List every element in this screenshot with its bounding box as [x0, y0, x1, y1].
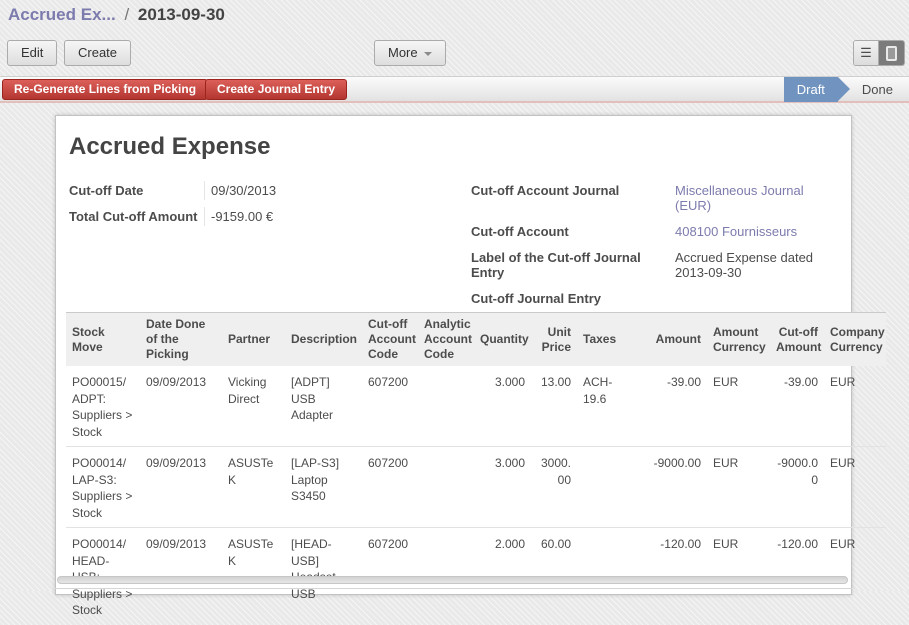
chevron-down-icon	[424, 52, 432, 56]
column-header[interactable]: Analytic Account Code	[418, 313, 474, 367]
column-header[interactable]: Cut-off Account Code	[362, 313, 418, 367]
column-header[interactable]: Amount	[640, 313, 707, 367]
table-cell: -9000.00	[770, 447, 824, 528]
field-label-total-cutoff-amount: Total Cut-off Amount	[69, 207, 204, 226]
table-cell: Vicking Direct	[222, 366, 285, 447]
field-label-journal-entry-label: Label of the Cut-off Journal Entry	[471, 248, 669, 282]
list-view-icon[interactable]: ☰	[854, 41, 879, 65]
create-button[interactable]: Create	[64, 40, 131, 66]
table-cell: EUR	[824, 366, 886, 447]
sheet-bottom-divider	[55, 588, 852, 589]
field-label-cutoff-date: Cut-off Date	[69, 181, 204, 200]
table-cell: PO00014/ LAP-S3: Suppliers > Stock	[66, 447, 140, 528]
breadcrumb-separator: /	[124, 5, 129, 24]
table-cell: 607200	[362, 366, 418, 447]
column-header[interactable]: Stock Move	[66, 313, 140, 367]
column-header[interactable]: Partner	[222, 313, 285, 367]
statusbar: Draft Done	[784, 77, 909, 102]
field-group-right: Cut-off Account Journal Miscellaneous Jo…	[471, 181, 841, 308]
column-header[interactable]: Company Currency	[824, 313, 886, 367]
column-header[interactable]: Amount Currency	[707, 313, 770, 367]
table-cell: -9000.00	[640, 447, 707, 528]
table-cell	[418, 366, 474, 447]
breadcrumb-current: 2013-09-30	[138, 5, 225, 24]
edit-button[interactable]: Edit	[7, 40, 57, 66]
table-cell: EUR	[707, 366, 770, 447]
form-view-glyph	[886, 46, 897, 61]
table-cell: 09/09/2013	[140, 447, 222, 528]
status-done: Done	[850, 77, 909, 102]
breadcrumb-parent-link[interactable]: Accrued Ex...	[8, 5, 116, 24]
page-title: Accrued Expense	[69, 133, 270, 161]
form-view-icon[interactable]	[879, 41, 904, 65]
table-cell: 13.00	[531, 366, 577, 447]
toolbar: Edit Create More ☰	[0, 40, 909, 68]
table-cell	[418, 447, 474, 528]
table-cell: ACH-19.6	[577, 366, 640, 447]
table-cell: EUR	[707, 447, 770, 528]
table-header-row: Stock MoveDate Done of the PickingPartne…	[66, 313, 886, 367]
table-cell: 3000.00	[531, 447, 577, 528]
table-cell: 3.000	[474, 447, 531, 528]
table-cell: 09/09/2013	[140, 366, 222, 447]
field-label-cutoff-journal-entry: Cut-off Journal Entry	[471, 289, 669, 308]
create-journal-entry-button[interactable]: Create Journal Entry	[205, 79, 347, 100]
table-cell: PO00015/ ADPT: Suppliers > Stock	[66, 366, 140, 447]
view-switcher: ☰	[853, 40, 905, 66]
field-value-journal-entry-label: Accrued Expense dated 2013-09-30	[669, 248, 841, 282]
horizontal-scrollbar[interactable]	[57, 576, 848, 584]
field-value-cutoff-journal-entry	[669, 289, 841, 308]
table-cell	[577, 447, 640, 528]
status-arrow-icon	[838, 77, 850, 101]
field-label-cutoff-account: Cut-off Account	[471, 222, 669, 241]
table-row[interactable]: PO00014/ LAP-S3: Suppliers > Stock09/09/…	[66, 447, 886, 528]
regenerate-lines-button[interactable]: Re-Generate Lines from Picking	[2, 79, 208, 100]
column-header[interactable]: Cut-off Amount	[770, 313, 824, 367]
table-cell: EUR	[824, 447, 886, 528]
table-cell: -39.00	[770, 366, 824, 447]
column-header[interactable]: Unit Price	[531, 313, 577, 367]
table-cell: 3.000	[474, 366, 531, 447]
column-header[interactable]: Quantity	[474, 313, 531, 367]
field-group-left: Cut-off Date 09/30/2013 Total Cut-off Am…	[69, 181, 374, 226]
table-cell: -39.00	[640, 366, 707, 447]
status-draft: Draft	[784, 77, 838, 102]
column-header[interactable]: Date Done of the Picking	[140, 313, 222, 367]
table-cell: 607200	[362, 447, 418, 528]
action-bar: Re-Generate Lines from Picking Create Jo…	[0, 76, 909, 103]
breadcrumb: Accrued Ex... / 2013-09-30	[8, 5, 225, 25]
more-label: More	[388, 45, 418, 60]
more-dropdown-button[interactable]: More	[374, 40, 446, 66]
field-value-total-cutoff-amount: -9159.00 €	[204, 207, 374, 226]
table-cell: ASUSTeK	[222, 447, 285, 528]
column-header[interactable]: Taxes	[577, 313, 640, 367]
table-cell: [LAP-S3] Laptop S3450	[285, 447, 362, 528]
table-cell: [ADPT] USB Adapter	[285, 366, 362, 447]
table-row[interactable]: PO00015/ ADPT: Suppliers > Stock09/09/20…	[66, 366, 886, 447]
column-header[interactable]: Description	[285, 313, 362, 367]
field-value-cutoff-account-journal[interactable]: Miscellaneous Journal (EUR)	[669, 181, 841, 215]
field-value-cutoff-account[interactable]: 408100 Fournisseurs	[669, 222, 841, 241]
field-value-cutoff-date: 09/30/2013	[204, 181, 374, 200]
field-label-cutoff-account-journal: Cut-off Account Journal	[471, 181, 669, 215]
